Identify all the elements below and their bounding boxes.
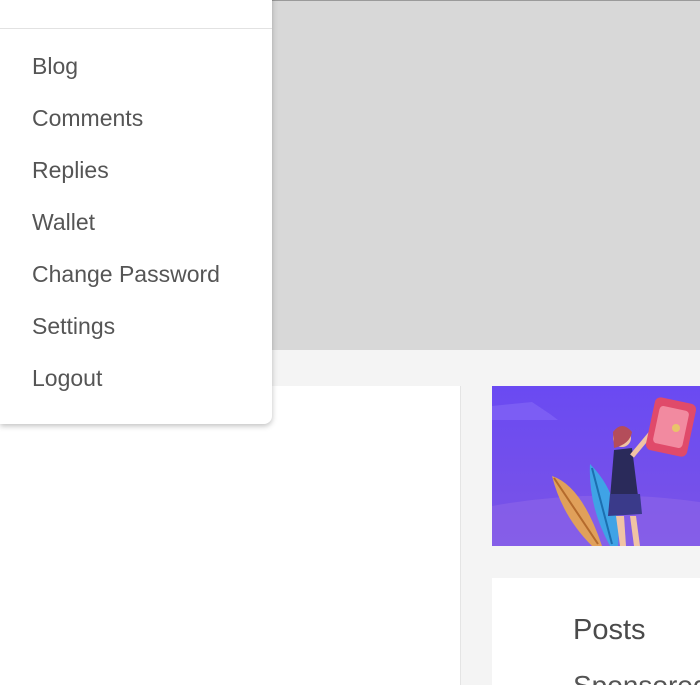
menu-item-logout[interactable]: Logout [0,352,272,404]
posts-title: Posts [573,614,646,646]
wallet-illustration-icon [492,386,700,546]
menu-list: Blog Comments Replies Wallet Change Pass… [0,40,272,404]
menu-divider [0,28,272,29]
menu-item-replies[interactable]: Replies [0,144,272,196]
menu-item-settings[interactable]: Settings [0,300,272,352]
menu-item-change-password[interactable]: Change Password [0,248,272,300]
posts-subtitle: Sponsored [573,670,700,685]
promo-banner[interactable] [492,386,700,546]
page: Posts Sponsored Blog Comments Replies Wa… [0,0,700,685]
posts-card: Posts Sponsored [492,578,700,685]
menu-item-wallet[interactable]: Wallet [0,196,272,248]
content-card [0,386,461,685]
menu-item-comments[interactable]: Comments [0,92,272,144]
menu-item-blog[interactable]: Blog [0,40,272,92]
user-dropdown-menu: Blog Comments Replies Wallet Change Pass… [0,0,272,424]
